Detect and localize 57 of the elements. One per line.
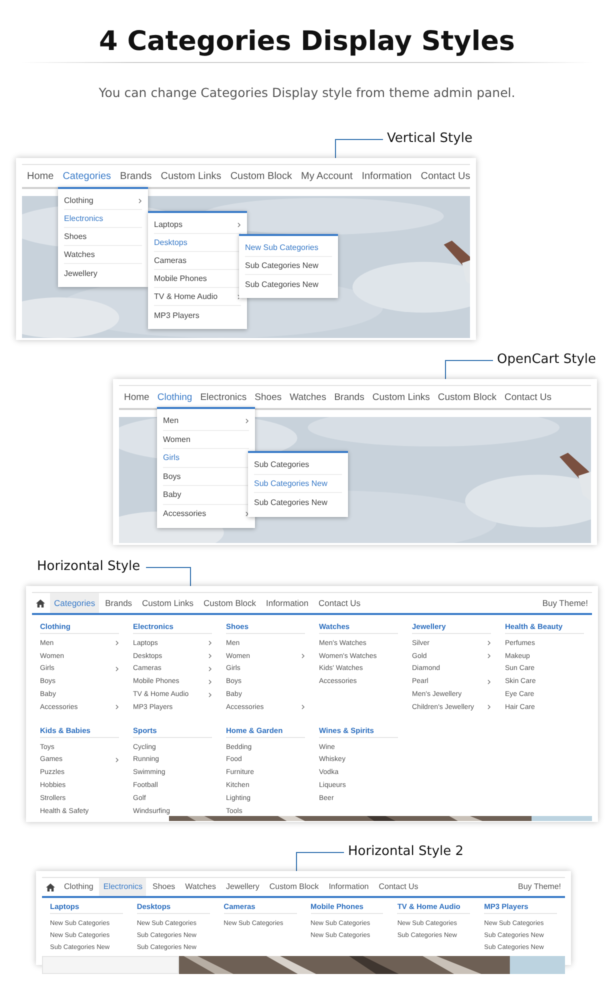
nav-item[interactable]: Brands: [120, 170, 152, 182]
nav-item[interactable]: Jewellery: [222, 878, 264, 896]
nav-item[interactable]: Clothing: [157, 392, 192, 402]
menu-item[interactable]: Women: [163, 430, 249, 449]
menu-item[interactable]: Men: [163, 412, 249, 430]
nav-item[interactable]: Contact Us: [504, 392, 552, 402]
nav-item[interactable]: Electronics: [200, 392, 247, 402]
nav-item[interactable]: Brands: [101, 593, 136, 613]
menu-item[interactable]: Sub Categories New: [245, 275, 332, 293]
menu-item[interactable]: Laptops: [154, 216, 241, 234]
style-label: Horizontal Style 2: [348, 843, 464, 861]
nav-item[interactable]: Brands: [334, 392, 364, 402]
nav-item[interactable]: Information: [324, 878, 373, 896]
menu-item[interactable]: Sub Categories: [254, 456, 342, 474]
menu-item[interactable]: Jewellery: [64, 264, 142, 282]
home-icon[interactable]: [36, 598, 45, 608]
menu-item[interactable]: Shoes: [64, 228, 142, 246]
nav-item[interactable]: Custom Block: [230, 170, 292, 182]
buy-theme-link[interactable]: Buy Theme!: [518, 878, 561, 896]
nav-item[interactable]: Contact Us: [374, 878, 422, 896]
menu-item[interactable]: Accessories: [163, 504, 249, 523]
nav-item[interactable]: Information: [262, 593, 313, 613]
nav-item[interactable]: Custom Block: [200, 593, 260, 613]
style-label: OpenCart Style: [497, 351, 596, 369]
nav-item[interactable]: Watches: [181, 878, 220, 896]
nav-item[interactable]: Contact Us: [420, 170, 470, 182]
menu-item[interactable]: New Sub Categories: [245, 239, 332, 257]
nav-item[interactable]: Electronics: [99, 878, 146, 896]
nav-item[interactable]: Custom Links: [372, 392, 430, 402]
home-icon[interactable]: [46, 882, 55, 892]
menu-item[interactable]: Sub Categories New: [245, 257, 332, 275]
nav-item[interactable]: Categories: [50, 593, 100, 613]
nav-item[interactable]: My Account: [301, 170, 353, 182]
nav-item[interactable]: Home: [124, 392, 150, 402]
menu-item[interactable]: Sub Categories New: [254, 474, 342, 493]
style-label: Vertical Style: [387, 130, 472, 148]
nav-item[interactable]: Contact Us: [314, 593, 365, 613]
page-title: 4 Categories Display Styles: [98, 25, 516, 59]
menu-item[interactable]: MP3 Players: [154, 306, 241, 324]
nav-item[interactable]: Shoes: [148, 878, 180, 896]
nav-item[interactable]: Home: [27, 170, 54, 182]
buy-theme-link[interactable]: Buy Theme!: [542, 598, 588, 608]
menu-item[interactable]: Watches: [64, 246, 142, 264]
nav-item[interactable]: Clothing: [60, 878, 98, 896]
menu-item[interactable]: Clothing: [64, 192, 142, 210]
nav-item[interactable]: Custom Links: [160, 170, 222, 182]
menu-item[interactable]: Electronics: [64, 210, 142, 228]
subtitle: You can change Categories Display style from theme admin panel.: [98, 84, 516, 102]
nav-item[interactable]: Shoes: [254, 392, 282, 402]
style-label: Horizontal Style: [37, 558, 140, 576]
nav-item[interactable]: Watches: [290, 392, 326, 402]
menu-item[interactable]: Sub Categories New: [254, 493, 342, 512]
nav-item[interactable]: Custom Links: [138, 593, 198, 613]
nav-item[interactable]: Custom Block: [265, 878, 323, 896]
nav-item[interactable]: Categories: [62, 170, 112, 182]
nav-item[interactable]: Information: [362, 170, 412, 182]
nav-item[interactable]: Custom Block: [438, 392, 496, 402]
